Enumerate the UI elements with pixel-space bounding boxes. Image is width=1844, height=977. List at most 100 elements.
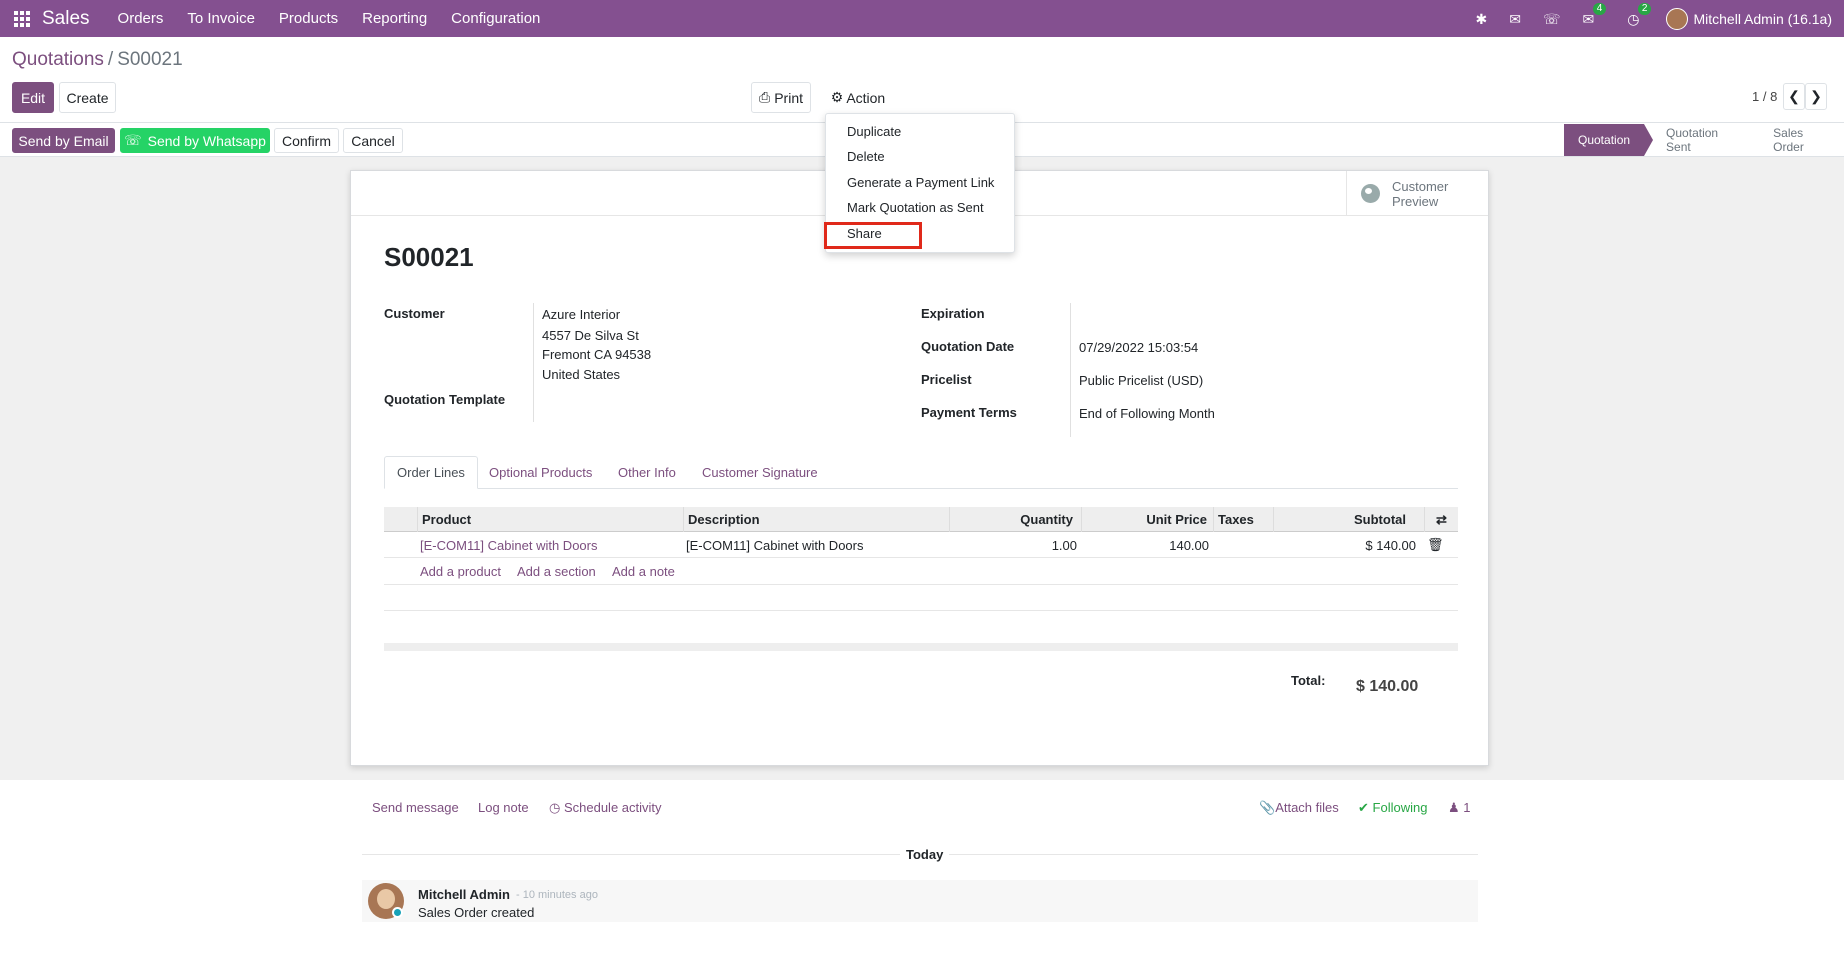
edit-button[interactable]: Edit xyxy=(12,82,54,113)
log-note-button[interactable]: Log note xyxy=(478,800,529,815)
user-avatar[interactable] xyxy=(1666,7,1689,30)
send-by-whatsapp-button[interactable]: ☏ Send by Whatsapp xyxy=(120,128,270,153)
stage-quotation-sent[interactable]: Quotation Sent xyxy=(1644,124,1761,156)
customer-preview-button[interactable]: Customer Preview xyxy=(1346,171,1488,216)
row-product[interactable]: [E-COM11] Cabinet with Doors xyxy=(420,532,598,558)
app-name[interactable]: Sales xyxy=(42,8,90,30)
online-status-icon xyxy=(392,907,403,918)
print-button[interactable]: ⎙ Print xyxy=(751,82,811,113)
customer-preview-label: Customer Preview xyxy=(1392,178,1449,209)
print-label: Print xyxy=(774,89,803,106)
check-icon: ✔ xyxy=(1358,800,1369,815)
customer-label: Customer xyxy=(384,306,445,321)
chevron-right-icon: ❯ xyxy=(1810,88,1822,104)
following-button[interactable]: ✔ Following xyxy=(1358,800,1427,816)
optional-columns-icon[interactable]: ⇄ xyxy=(1424,507,1458,532)
menu-item-mark-as-sent[interactable]: Mark Quotation as Sent xyxy=(847,200,984,215)
tab-customer-signature[interactable]: Customer Signature xyxy=(690,456,830,489)
menu-products[interactable]: Products xyxy=(279,10,338,27)
menu-item-duplicate[interactable]: Duplicate xyxy=(847,124,901,139)
add-line-row: Add a product Add a section Add a note xyxy=(384,558,1458,585)
menu-reporting[interactable]: Reporting xyxy=(362,10,427,27)
chevron-left-icon: ❮ xyxy=(1788,88,1800,104)
customer-street: 4557 De Silva St xyxy=(542,328,639,343)
menu-configuration[interactable]: Configuration xyxy=(451,10,540,27)
quotation-template-label: Quotation Template xyxy=(384,392,506,407)
attach-files-label: Attach files xyxy=(1275,800,1339,815)
quotation-date-label: Quotation Date xyxy=(921,339,1015,354)
order-lines-header: Product Description Quantity Unit Price … xyxy=(384,507,1458,532)
whatsapp-button-icon: ☏ xyxy=(124,132,142,148)
form-tabs: Order Lines Optional Products Other Info… xyxy=(384,456,1458,489)
attach-files-button[interactable]: 📎Attach files xyxy=(1259,800,1339,816)
menu-to-invoice[interactable]: To Invoice xyxy=(187,10,255,27)
empty-row xyxy=(384,585,1458,611)
column-description[interactable]: Description xyxy=(683,507,949,532)
pricelist-label: Pricelist xyxy=(921,372,972,387)
payment-terms-value[interactable]: End of Following Month xyxy=(1079,406,1215,421)
quotation-date-value[interactable]: 07/29/2022 15:03:54 xyxy=(1079,340,1198,355)
globe-icon xyxy=(1361,184,1380,203)
customer-link[interactable]: Azure Interior xyxy=(542,307,620,322)
clock-icon[interactable]: ◷ 2 xyxy=(1627,2,1652,26)
menu-item-generate-payment-link[interactable]: Generate a Payment Link xyxy=(847,175,994,190)
column-taxes[interactable]: Taxes xyxy=(1213,507,1273,532)
share-highlight-box xyxy=(824,222,922,249)
total-label: Total: xyxy=(1291,673,1326,688)
clock-small-icon: ◷ xyxy=(549,800,561,815)
stage-sales-order[interactable]: Sales Order xyxy=(1751,124,1844,156)
column-subtotal[interactable]: Subtotal xyxy=(1273,507,1424,532)
breadcrumb-quotations[interactable]: Quotations xyxy=(12,49,104,70)
messages-icon[interactable]: ✉ 4 xyxy=(1583,2,1607,26)
followers-button[interactable]: ♟ 1 xyxy=(1448,800,1471,816)
chatter-message: Mitchell Admin - 10 minutes ago Sales Or… xyxy=(362,880,1478,922)
table-footer xyxy=(384,643,1458,651)
tab-optional-products[interactable]: Optional Products xyxy=(477,456,604,489)
stage-quotation[interactable]: Quotation xyxy=(1564,124,1654,156)
messages-badge: 4 xyxy=(1592,2,1607,15)
menu-item-delete[interactable]: Delete xyxy=(847,149,885,164)
column-quantity[interactable]: Quantity xyxy=(949,507,1081,532)
add-section-link[interactable]: Add a section xyxy=(517,558,596,585)
breadcrumb: Quotations / S00021 xyxy=(12,49,183,71)
pricelist-value[interactable]: Public Pricelist (USD) xyxy=(1079,373,1203,388)
group-divider-right xyxy=(1070,303,1071,437)
create-button[interactable]: Create xyxy=(59,82,116,113)
confirm-button[interactable]: Confirm xyxy=(274,128,339,153)
column-unit-price[interactable]: Unit Price xyxy=(1081,507,1213,532)
trash-icon[interactable]: 🗑 xyxy=(1427,532,1444,558)
table-row[interactable]: [E-COM11] Cabinet with Doors [E-COM11] C… xyxy=(384,532,1458,558)
apps-menu-icon[interactable] xyxy=(13,10,31,28)
whatsapp-icon[interactable]: ☏ xyxy=(1543,12,1561,26)
customer-city: Fremont CA 94538 xyxy=(542,347,652,362)
gear-icon: ⚙ xyxy=(830,89,844,105)
tab-other-info[interactable]: Other Info xyxy=(606,456,688,489)
form-sheet: Customer Preview S00021 Customer Azure In… xyxy=(350,170,1489,766)
pager-previous-button[interactable]: ❮ xyxy=(1783,83,1805,110)
schedule-activity-button[interactable]: ◷ Schedule activity xyxy=(549,800,662,816)
user-icon: ♟ xyxy=(1448,800,1460,815)
user-menu[interactable]: Mitchell Admin (16.1a) xyxy=(1693,11,1832,27)
column-product[interactable]: Product xyxy=(417,507,683,532)
menu-orders[interactable]: Orders xyxy=(118,10,164,27)
breadcrumb-separator: / xyxy=(107,49,114,70)
today-label: Today xyxy=(900,847,950,862)
send-by-whatsapp-label: Send by Whatsapp xyxy=(147,132,266,149)
add-product-link[interactable]: Add a product xyxy=(420,558,501,585)
action-button[interactable]: ⚙ Action xyxy=(828,82,888,113)
pager-next-button[interactable]: ❯ xyxy=(1805,83,1827,110)
cancel-button[interactable]: Cancel xyxy=(343,128,403,153)
envelope-icon[interactable]: ✉ xyxy=(1509,12,1521,26)
row-unit-price: 140.00 xyxy=(1169,537,1209,553)
send-by-email-button[interactable]: Send by Email xyxy=(12,128,115,153)
send-message-button[interactable]: Send message xyxy=(372,800,459,815)
add-note-link[interactable]: Add a note xyxy=(612,558,675,585)
bug-icon[interactable]: ✱ xyxy=(1476,12,1488,26)
total-value: $ 140.00 xyxy=(1356,678,1419,695)
message-author[interactable]: Mitchell Admin xyxy=(418,887,510,902)
tab-order-lines[interactable]: Order Lines xyxy=(384,456,478,489)
pager-value[interactable]: 1 / 8 xyxy=(1752,89,1777,104)
message-body: Sales Order created xyxy=(418,905,535,920)
status-bar: Quotation Quotation Sent Sales Order xyxy=(1564,124,1844,156)
following-label: Following xyxy=(1372,800,1428,815)
